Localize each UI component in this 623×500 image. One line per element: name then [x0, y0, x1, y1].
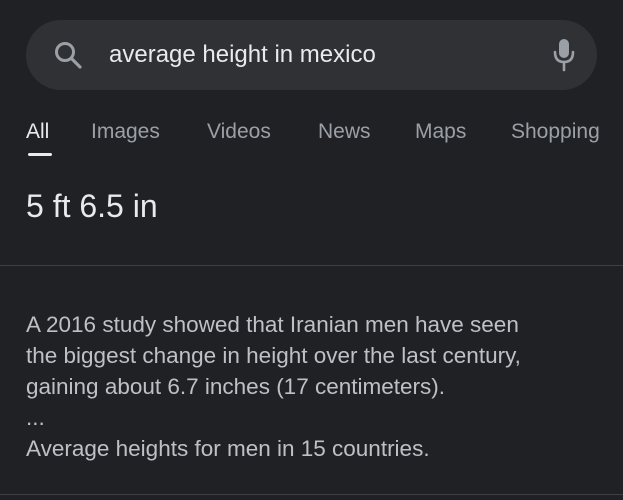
tab-maps[interactable]: Maps [415, 119, 466, 145]
snippet-line: A 2016 study showed that Iranian men hav… [26, 312, 519, 337]
search-results-page: All Images Videos News Maps Shopping 5 f… [0, 0, 623, 500]
search-bar[interactable] [26, 20, 597, 90]
search-icon[interactable] [53, 40, 83, 70]
tab-images[interactable]: Images [91, 119, 160, 145]
tab-news[interactable]: News [318, 119, 371, 145]
search-input[interactable] [109, 37, 529, 73]
tab-shopping[interactable]: Shopping [511, 119, 600, 145]
active-tab-indicator [28, 153, 52, 156]
snippet-ellipsis: ... [26, 405, 45, 430]
search-tabs: All Images Videos News Maps Shopping [0, 115, 623, 160]
tab-all[interactable]: All [26, 119, 49, 145]
section-divider [0, 494, 623, 495]
featured-answer: 5 ft 6.5 in [26, 188, 158, 224]
snippet-line: gaining about 6.7 inches (17 centimeters… [26, 374, 445, 399]
snippet-line: the biggest change in height over the la… [26, 343, 521, 368]
section-divider [0, 265, 623, 266]
snippet-line: Average heights for men in 15 countries. [26, 436, 430, 461]
microphone-icon[interactable] [549, 37, 579, 73]
featured-snippet: A 2016 study showed that Iranian men hav… [26, 309, 606, 464]
tab-videos[interactable]: Videos [207, 119, 271, 145]
